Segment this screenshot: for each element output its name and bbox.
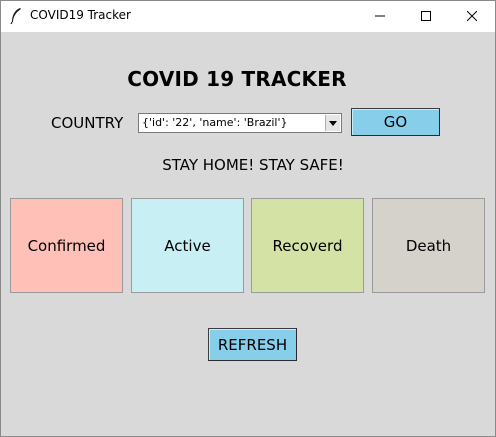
title-bar[interactable]: COVID19 Tracker [1, 1, 495, 32]
feather-icon [9, 7, 23, 25]
app-window: COVID19 Tracker COVID 19 TRACKER COUNTRY… [0, 0, 496, 437]
death-box: Death [372, 198, 485, 293]
chevron-down-icon[interactable] [325, 115, 340, 131]
minimize-button[interactable] [357, 1, 403, 32]
go-button[interactable]: GO [351, 108, 440, 136]
close-icon [466, 8, 478, 26]
recovered-box: Recoverd [251, 198, 364, 293]
close-button[interactable] [449, 1, 495, 32]
country-dropdown-value: {'id': '22', 'name': 'Brazil'} [142, 116, 288, 129]
tagline: STAY HOME! STAY SAFE! [162, 156, 344, 174]
window-title: COVID19 Tracker [30, 8, 131, 22]
active-box: Active [131, 198, 244, 293]
maximize-button[interactable] [403, 1, 449, 32]
maximize-icon [421, 8, 431, 26]
confirmed-box: Confirmed [10, 198, 123, 293]
minimize-icon [375, 8, 385, 26]
page-title: COVID 19 TRACKER [127, 67, 347, 91]
country-label: COUNTRY [51, 114, 124, 132]
client-area: COVID 19 TRACKER COUNTRY {'id': '22', 'n… [1, 32, 495, 436]
refresh-button[interactable]: REFRESH [208, 328, 297, 361]
country-dropdown[interactable]: {'id': '22', 'name': 'Brazil'} [138, 113, 342, 133]
